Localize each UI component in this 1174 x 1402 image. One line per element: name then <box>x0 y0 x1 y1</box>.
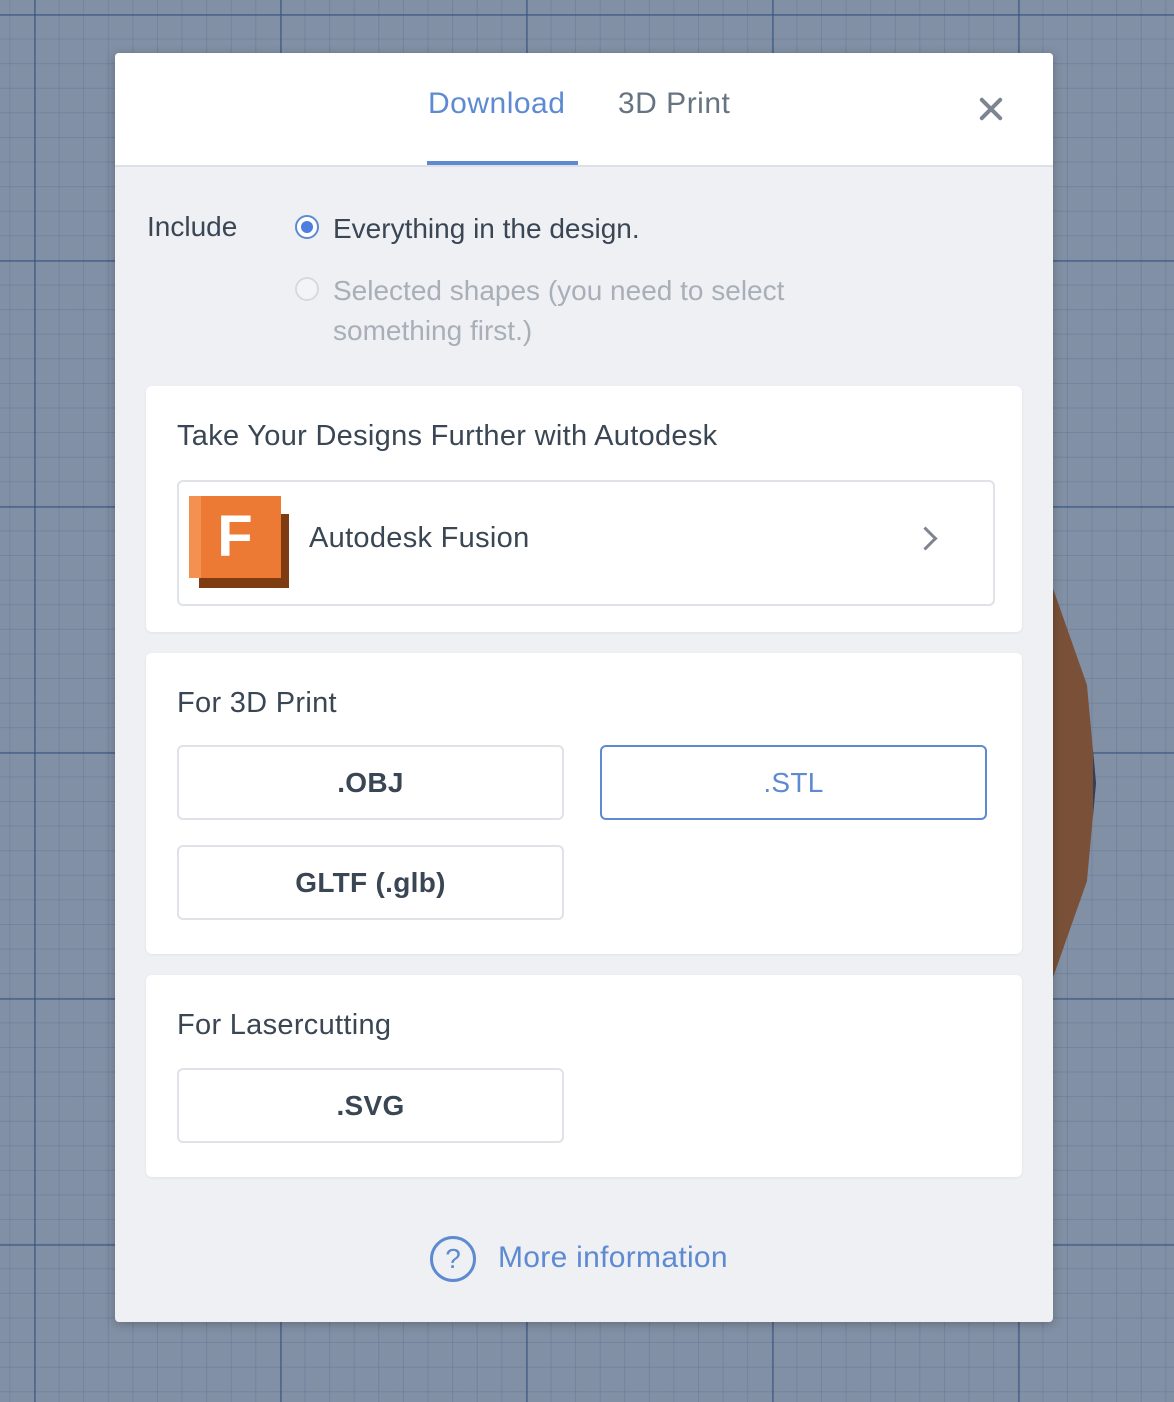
more-information-label: More information <box>498 1241 728 1274</box>
print-3d-title: For 3D Print <box>177 687 337 719</box>
fusion-logo-icon: F <box>189 496 289 588</box>
autodesk-card: Take Your Designs Further with Autodesk … <box>146 386 1022 632</box>
autodesk-card-title: Take Your Designs Further with Autodesk <box>177 420 718 452</box>
radio-button-disabled <box>295 277 319 301</box>
include-label: Include <box>147 211 238 242</box>
radio-everything-label: Everything in the design. <box>333 213 640 244</box>
autodesk-fusion-label: Autodesk Fusion <box>309 522 530 554</box>
active-tab-indicator <box>427 161 578 165</box>
radio-button-checked[interactable] <box>295 215 319 239</box>
autodesk-fusion-link[interactable]: F Autodesk Fusion <box>177 480 995 606</box>
lasercutting-title: For Lasercutting <box>177 1009 392 1041</box>
tab-download[interactable]: Download <box>428 87 565 121</box>
gltf-button[interactable]: GLTF (.glb) <box>177 845 564 920</box>
print-3d-card: For 3D Print .OBJ .STL GLTF (.glb) <box>146 653 1022 954</box>
help-icon: ? <box>430 1236 476 1282</box>
radio-selected-shapes-label: Selected shapes (you need to select some… <box>333 275 785 346</box>
tab-3d-print[interactable]: 3D Print <box>618 87 730 121</box>
chevron-right-icon <box>913 526 938 551</box>
lasercutting-card: For Lasercutting .SVG <box>146 975 1022 1177</box>
obj-button[interactable]: .OBJ <box>177 745 564 820</box>
close-icon[interactable] <box>973 91 1009 127</box>
stl-button[interactable]: .STL <box>600 745 987 820</box>
fusion-logo-letter: F <box>189 496 281 578</box>
svg-button[interactable]: .SVG <box>177 1068 564 1143</box>
download-dialog: Download 3D Print Include Everything in … <box>115 53 1053 1322</box>
tab-bar: Download 3D Print <box>115 53 1053 167</box>
fusion-logo-fold <box>189 496 201 578</box>
